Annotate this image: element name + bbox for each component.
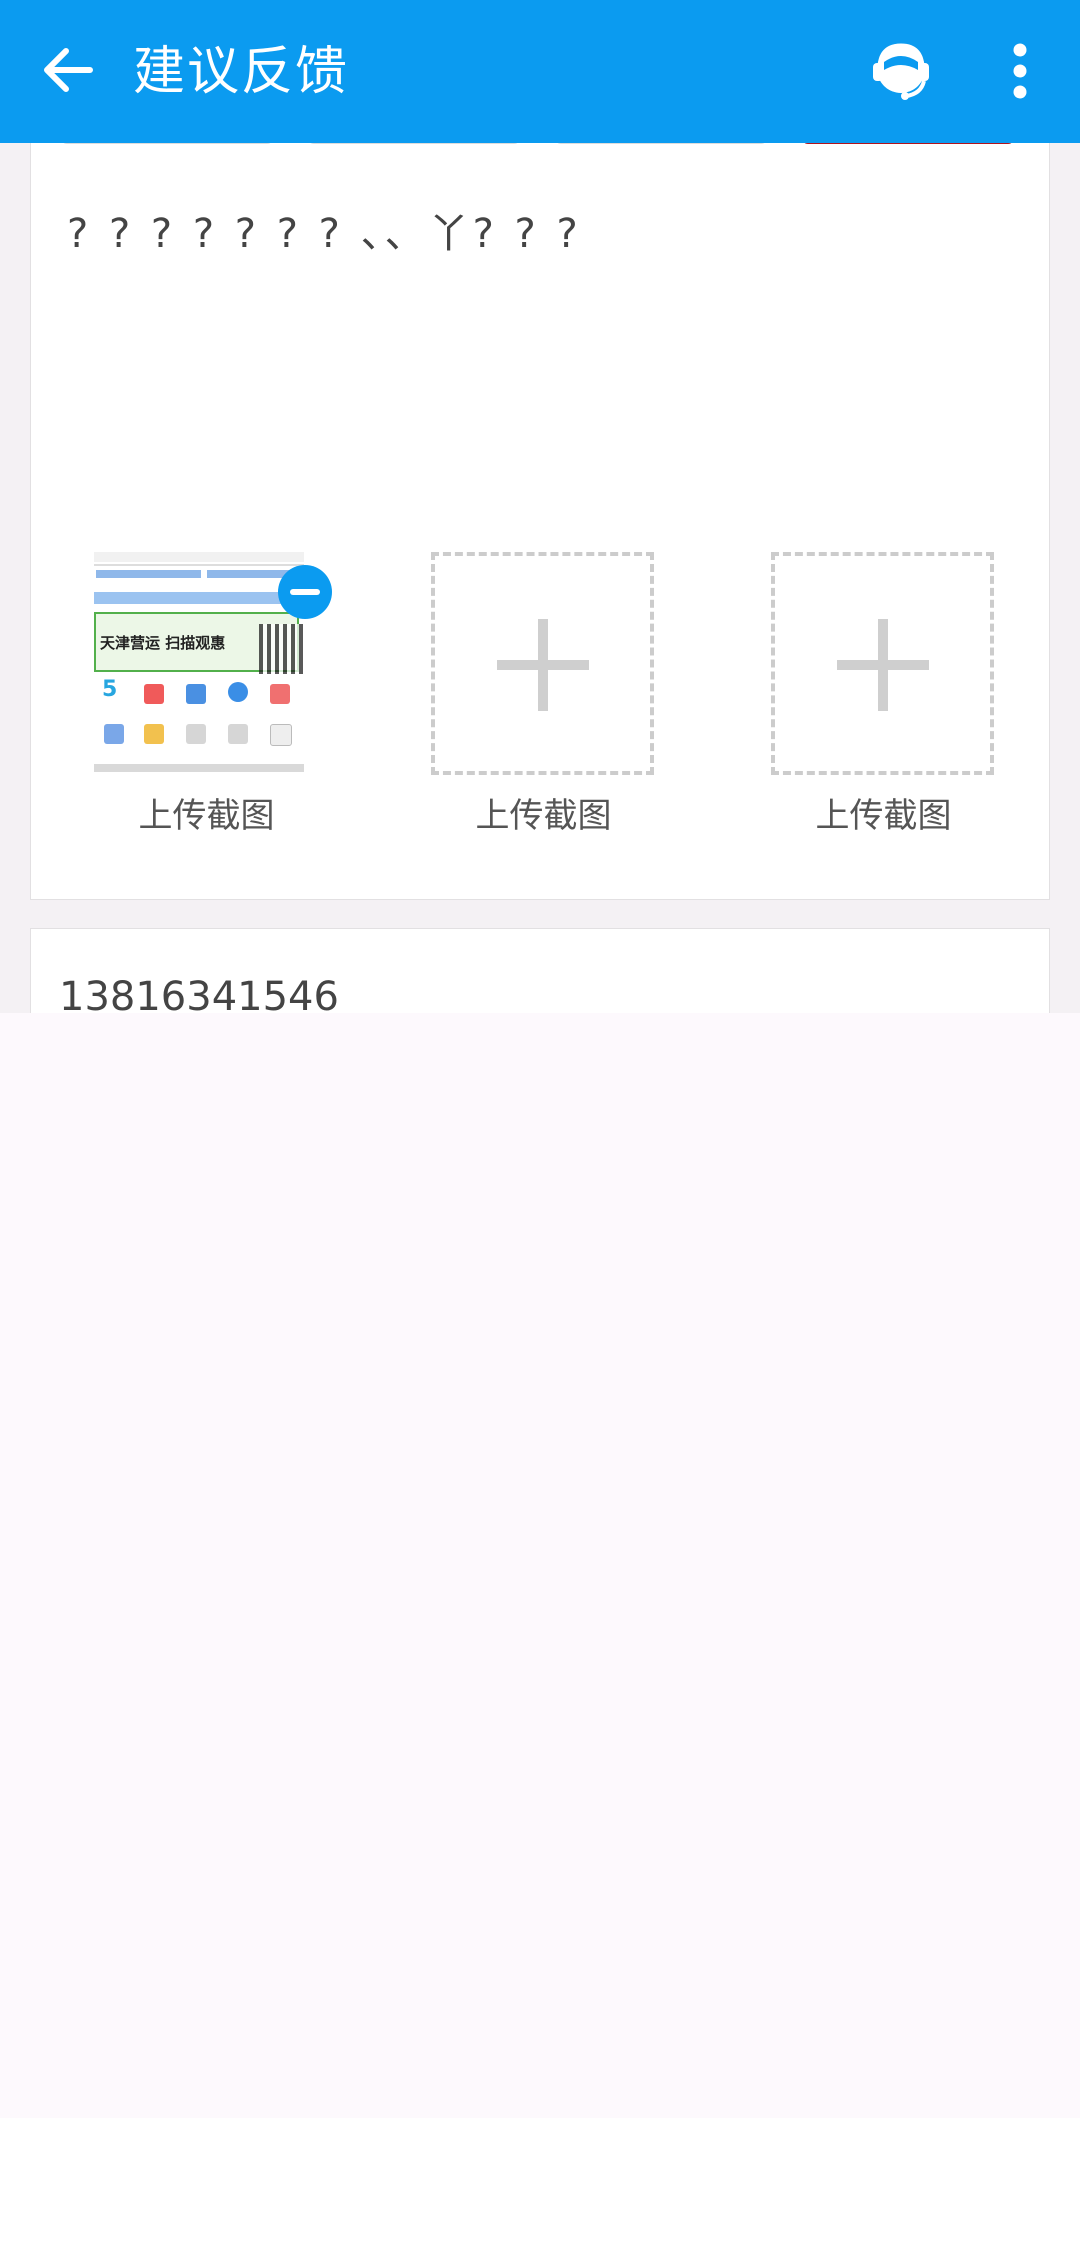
customer-service-button[interactable] [866,36,936,106]
headset-icon [873,43,929,100]
thumbnail-text: 天津营运 扫描观惠 [100,634,226,652]
thumbnail-number: 5 [102,677,118,702]
upload-label: 上传截图 [138,796,275,836]
feedback-input[interactable]: ? ? ? ? ? ? ? 、、丫? ? ? [67,204,582,264]
add-screenshot-button[interactable] [771,552,994,775]
page-background [0,1013,1080,2118]
upload-label: 上传截图 [475,796,612,836]
more-button[interactable] [996,42,1044,102]
remove-screenshot-button[interactable] [278,565,332,619]
page-title: 建议反馈 [133,42,350,102]
more-vertical-icon [1013,43,1027,99]
add-screenshot-button[interactable] [431,552,654,775]
back-button[interactable] [38,40,98,100]
content-area: ? ? ? ? ? ? ? 、、丫? ? ? 天津营运 扫描观惠 5 上传截图 … [0,130,1080,1128]
feedback-card: ? ? ? ? ? ? ? 、、丫? ? ? 天津营运 扫描观惠 5 上传截图 … [30,130,1050,900]
arrow-left-icon [44,48,93,92]
app-bar: 建议反馈 [0,0,1080,143]
upload-label: 上传截图 [815,796,952,836]
